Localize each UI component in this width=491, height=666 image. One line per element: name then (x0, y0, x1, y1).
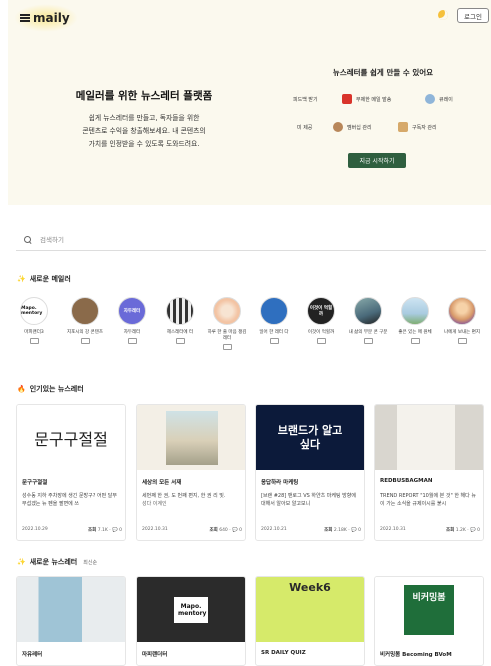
card-thumbnail: Mapo. mentory (137, 577, 245, 642)
mailer-item[interactable]: 헤스레터에 터 (162, 297, 198, 344)
newsletter-card[interactable]: 문구구절절 문구구절절 성수동 지하 주차장에 생긴 문방구? 어떤 달부 무섭… (16, 404, 126, 541)
avatar (448, 297, 476, 325)
mailer-badge-icon (269, 338, 279, 344)
mail-icon (342, 94, 352, 104)
avatar: 이것이 먹힐까 (307, 297, 335, 325)
avatar (260, 297, 288, 325)
feature-feedback: 피드백 받기 (293, 97, 318, 103)
feature-curation: 큐레이 (425, 94, 453, 104)
card-thumbnail (375, 405, 483, 470)
mailer-badge-icon (457, 338, 467, 344)
card-thumbnail (17, 577, 125, 642)
mailer-item[interactable]: 자두레터 자두레터 (114, 297, 150, 344)
card-thumbnail: 문구구절절 (17, 405, 125, 470)
avatar (354, 297, 382, 325)
avatar (401, 297, 429, 325)
feature-provide: 미 제공 (297, 125, 313, 131)
sparkle-icon: ✨ (17, 275, 26, 283)
avatar: 자두레터 (118, 297, 146, 325)
newsletter-card[interactable]: 세상의 모든 서재 세번째 한 권, 도 번째 편지, 한 권 리 및. 성다 … (136, 404, 246, 541)
mailer-badge-icon (80, 338, 90, 344)
feature-unlimited-mail: 무제한 메일 발송 (342, 94, 391, 104)
newsletter-card[interactable]: Mapo. mentory 마피랜더터 (136, 576, 246, 666)
avatar (213, 297, 241, 325)
avatar (166, 297, 194, 325)
search-input[interactable] (40, 235, 440, 244)
card-thumbnail: Week6 (256, 577, 364, 642)
logo[interactable]: maily (14, 4, 78, 32)
card-meta: 2022.10.21 조회 2.18K · 💬 0 (261, 527, 361, 533)
membership-icon (333, 122, 343, 132)
newsletter-card[interactable]: REDBUSBAGMAN TREND REPORT "10월에 본 것" 한 해… (374, 404, 484, 541)
new-mailers-title: ✨ 새로운 메일러 (17, 275, 71, 283)
login-button[interactable]: 로그인 (457, 8, 489, 23)
logo-text: maily (33, 11, 70, 25)
card-meta: 2022.10.29 조회 7.1K · 💬 0 (22, 527, 122, 533)
fire-icon: 🔥 (17, 385, 26, 393)
newsletter-card[interactable]: 자유레터 (16, 576, 126, 666)
mailer-item[interactable]: 좋은 있는 매 원체 (397, 297, 433, 344)
mailer-item[interactable]: 나에게 보내는 편지 (444, 297, 480, 344)
hero-banner: maily 로그인 메일러를 위한 뉴스레터 플랫폼 쉽게 뉴스레터를 만들고,… (8, 0, 491, 205)
hero-title: 메일러를 위한 뉴스레터 플랫폼 (75, 90, 213, 102)
feature-subscribers: 구독자 관리 (398, 122, 437, 132)
curation-icon (425, 94, 435, 104)
avatar: Mapo. mentory (20, 297, 48, 325)
popular-title: 🔥 인기있는 뉴스레터 (17, 385, 84, 393)
mailer-badge-icon (29, 338, 39, 344)
dark-mode-icon[interactable] (438, 10, 448, 20)
mailer-item[interactable]: 일어 한 레터 다 (256, 297, 292, 344)
mailer-item[interactable]: 내 삶의 부분 콘 구분 (349, 297, 387, 344)
mailer-item[interactable]: 이것이 먹힐까 이것이 먹힐까 (303, 297, 339, 344)
hero-description: 쉽게 뉴스레터를 만들고, 독자들을 위한 콘텐츠로 수익을 창출해보세요. 내… (82, 114, 206, 148)
mailer-badge-icon (127, 338, 137, 344)
mailer-badge-icon (363, 338, 373, 344)
mailer-badge-icon (316, 338, 326, 344)
start-now-button[interactable]: 지금 시작하기 (348, 153, 406, 168)
mailer-badge-icon (222, 344, 232, 350)
mailer-list: Mapo. mentory 마피랜더3 지포시의 강 콘텐츠 자두레터 자두레터… (16, 297, 486, 352)
search-icon (24, 235, 32, 244)
avatar (71, 297, 99, 325)
features-title: 뉴스레터를 쉽게 만들 수 있어요 (332, 68, 434, 77)
mailer-item[interactable]: 지포시의 강 콘텐츠 (67, 297, 103, 344)
feature-membership: 멤버십 관리 (333, 122, 372, 132)
card-meta: 2022.10.31 조회 640 · 💬 0 (142, 527, 242, 533)
card-thumbnail: 브랜드가 알고 싶다 (256, 405, 364, 470)
card-thumbnail: 비커밍봄 (375, 577, 483, 642)
newsletter-card[interactable]: Week6 SR DAILY QUIZ (255, 576, 365, 666)
newsletter-card[interactable]: 브랜드가 알고 싶다 응답하라 마케팅 [브랜 #28] 맨로그 VS 하얀츠 … (255, 404, 365, 541)
sparkle-icon: ✨ (17, 558, 26, 566)
card-thumbnail (137, 405, 245, 470)
mailer-item[interactable]: 하루 한 줄 마음 챙김레터 (208, 297, 246, 350)
new-newsletters-title: ✨ 새로운 뉴스레터 최신순 (17, 558, 98, 566)
search-bar[interactable] (16, 229, 486, 251)
mailer-badge-icon (175, 338, 185, 344)
card-meta: 2022.10.31 조회 1.2K · 💬 0 (380, 527, 480, 533)
logo-icon (20, 14, 30, 22)
mailer-item[interactable]: Mapo. mentory 마피랜더3 (16, 297, 52, 344)
subscribers-icon (398, 122, 408, 132)
mailer-badge-icon (410, 338, 420, 344)
newsletter-card[interactable]: 비커밍봄 비커밍봄 Becoming BVoM (374, 576, 484, 666)
